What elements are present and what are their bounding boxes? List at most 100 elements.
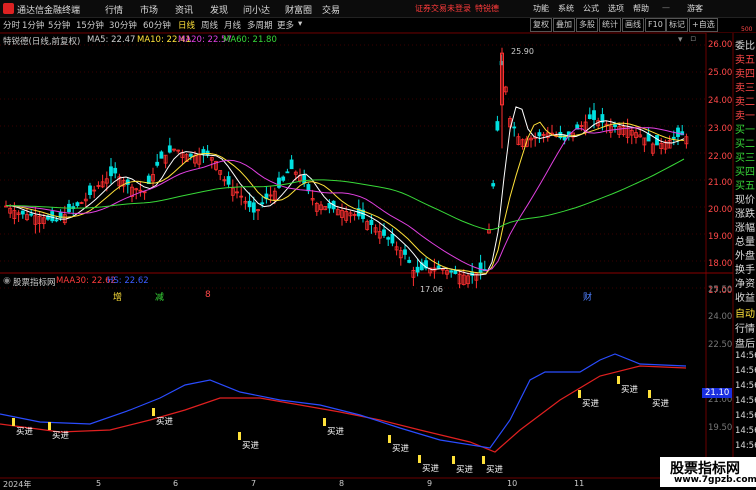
side-label[interactable]: 卖五 [735,51,756,66]
legend-ma60: MA60: 21.80 [223,35,277,45]
menu-formula[interactable]: 公式 [583,3,599,14]
side-label[interactable]: 委比 [735,37,756,52]
buy-signal-bar [12,418,15,426]
btn-f10[interactable]: F10 [645,18,666,32]
btn-overlay[interactable]: 叠加 [553,18,575,32]
period-multi[interactable]: 多周期 [247,19,273,31]
btn-multi-stock[interactable]: 多股 [576,18,598,32]
btn-draw[interactable]: 画线 [622,18,644,32]
minimize-icon[interactable]: — [662,3,670,12]
current-value-badge: 21.10 [702,388,733,398]
y-tick: 19.00 [708,232,733,242]
btn-adjust[interactable]: 复权 [530,18,552,32]
candle-body [382,229,386,236]
candle-body [113,167,118,174]
menu-market[interactable]: 行情 [105,3,123,16]
y-tick: 26.00 [708,40,733,50]
side-label[interactable]: 自动 [735,305,756,320]
ind-y-tick: 25.50 [708,285,733,295]
menu-function[interactable]: 功能 [533,3,549,14]
buy-signal-label: 买进 [156,417,174,427]
buy-signal-bar [238,432,241,440]
menu-market-list[interactable]: 市场 [140,3,158,16]
login-status[interactable]: 证券交易未登录 [415,3,471,14]
menu-guest[interactable]: 游客 [687,3,703,14]
menu-trade[interactable]: 交易 [322,3,340,16]
ma10-line [5,121,685,274]
side-label[interactable]: 买三 [735,149,756,164]
marker-decrease[interactable]: 减 [155,290,164,303]
candle-body [109,166,113,177]
kline-chart[interactable]: 买进 买进买进买进买进买进买进 买进 买进买进买进买进 [0,33,756,487]
buy-signal-label: 买进 [16,427,34,437]
side-label[interactable]: 外盘 [735,247,756,262]
indicator-settings-icon[interactable]: ◉ [3,276,11,286]
side-label[interactable]: 卖四 [735,65,756,80]
app-name: 通达信金融终端 [17,6,81,16]
side-label[interactable]: 涨跌 [735,205,756,220]
buy-signal-bar [648,390,651,398]
period-30min[interactable]: 30分钟 [109,19,137,31]
side-label[interactable]: 卖一 [735,107,756,122]
ma-lines [5,106,685,276]
indicator-name[interactable]: 股票指标网 [13,276,56,288]
ind-y-tick: 24.00 [708,312,733,322]
y-tick: 24.00 [708,96,733,106]
period-intraday[interactable]: 分时 [3,19,20,31]
more-dropdown-icon[interactable]: ▾ [298,19,302,29]
btn-mark[interactable]: 标记 [666,18,688,32]
buy-signal-bar [388,435,391,443]
side-label[interactable]: 买一 [735,121,756,136]
legend-hs: HS: 22.62 [107,276,149,286]
chart-dropdown-icon[interactable]: ▾ [678,35,683,45]
period-5min[interactable]: 5分钟 [48,19,70,31]
period-monthly[interactable]: 月线 [224,19,241,31]
side-label[interactable]: 净资 [735,275,756,290]
side-label[interactable]: 换手 [735,261,756,276]
menu-system[interactable]: 系统 [558,3,574,14]
buy-signal-label: 买进 [242,441,260,451]
candle-body [671,136,676,139]
candle-body [495,121,500,131]
period-more[interactable]: 更多 [277,19,294,31]
side-label[interactable]: 收益 [735,289,756,304]
btn-add-watchlist[interactable]: +自选 [689,18,718,32]
buy-signal-label: 买进 [621,385,639,395]
btn-statistics[interactable]: 统计 [599,18,621,32]
maa30-line [0,365,687,453]
period-15min[interactable]: 15分钟 [76,19,104,31]
menu-assistant[interactable]: 问小达 [243,3,270,16]
buy-signal-bar [452,456,455,464]
side-label[interactable]: 买四 [735,163,756,178]
y-tick: 18.00 [708,259,733,269]
y-tick: 20.00 [708,205,733,215]
menu-discover[interactable]: 发现 [210,3,228,16]
side-label[interactable]: 现价 [735,191,756,206]
menu-options[interactable]: 选项 [608,3,624,14]
side-label[interactable]: 总量 [735,233,756,248]
period-60min[interactable]: 60分钟 [143,19,171,31]
chart-close-icon[interactable]: ▫ [690,34,696,44]
menu-news[interactable]: 资讯 [175,3,193,16]
grid [0,44,706,289]
side-label[interactable]: 买二 [735,135,756,150]
ind-y-tick: 19.50 [708,423,733,433]
candle-body [302,175,307,184]
candle-body [285,171,290,174]
period-daily[interactable]: 日线 [178,19,195,31]
buy-signal-bar [578,390,581,398]
side-label[interactable]: 盘后 [735,335,756,350]
marker-increase[interactable]: 增 [113,290,122,303]
side-time: 14:56 [735,441,756,451]
period-1min[interactable]: 1分钟 [22,19,44,31]
menu-help[interactable]: 帮助 [633,3,649,14]
side-label[interactable]: 行情 [735,320,756,335]
period-weekly[interactable]: 周线 [201,19,218,31]
side-label[interactable]: 卖二 [735,93,756,108]
side-label[interactable]: 卖三 [735,79,756,94]
side-label[interactable]: 涨幅 [735,219,756,234]
marker-finance[interactable]: 财 [583,290,592,303]
menu-wealth[interactable]: 财富圈 [285,3,312,16]
side-label[interactable]: 买五 [735,177,756,192]
marker-event[interactable]: 8 [205,290,211,300]
